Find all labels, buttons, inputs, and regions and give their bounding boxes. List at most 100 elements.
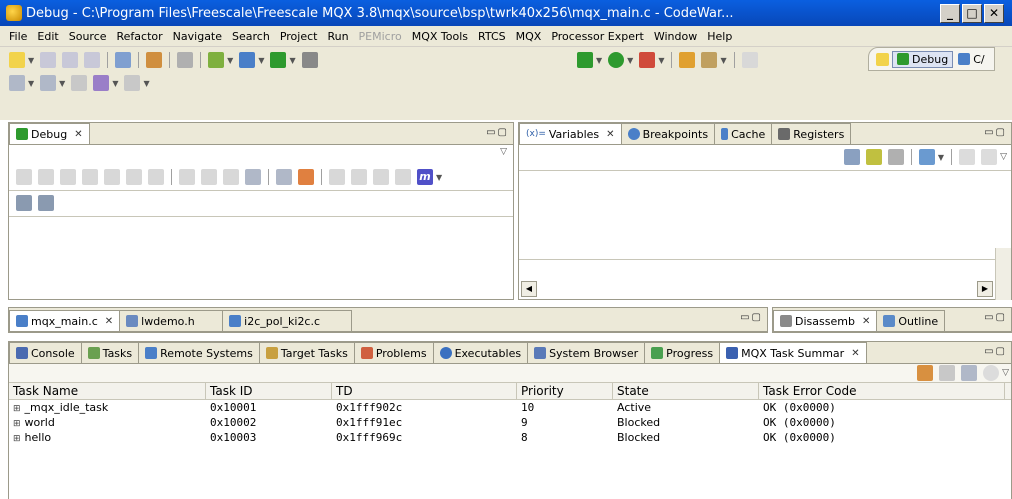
- mqx-config-icon[interactable]: [146, 52, 163, 68]
- menu-search[interactable]: Search: [227, 30, 275, 43]
- use-step-filters-icon[interactable]: [38, 195, 54, 211]
- column-task-error-code[interactable]: Task Error Code: [759, 383, 1005, 399]
- menu-pemicro[interactable]: PEMicro: [354, 30, 407, 43]
- tab-remote-systems[interactable]: Remote Systems: [138, 342, 260, 363]
- cc-perspective-button[interactable]: C/: [953, 51, 989, 68]
- resume-icon[interactable]: [82, 169, 98, 185]
- view-menu-icon[interactable]: ▽: [1000, 152, 1007, 162]
- tab-cache[interactable]: Cache: [714, 123, 773, 144]
- show-logical-structure-icon[interactable]: [865, 149, 882, 165]
- remove-terminated-icon[interactable]: [16, 169, 32, 185]
- tab-registers[interactable]: Registers: [771, 123, 852, 144]
- open-perspective-icon[interactable]: [876, 52, 889, 66]
- minimize-maximize-controls[interactable]: ▭▢: [984, 346, 1007, 357]
- build-icon[interactable]: [115, 52, 132, 68]
- back-arrow-icon[interactable]: [93, 75, 110, 91]
- add-global-variables-icon[interactable]: [918, 149, 935, 165]
- tab-tasks[interactable]: Tasks: [80, 342, 140, 363]
- chevron-down-icon[interactable]: ▼: [289, 56, 295, 65]
- maximize-button[interactable]: □: [962, 3, 982, 23]
- registers-icon[interactable]: [301, 52, 318, 68]
- tab-i2c-pol-ki2c-c[interactable]: i2c_pol_ki2c.c: [222, 310, 353, 331]
- filter-icon[interactable]: [961, 365, 978, 381]
- chevron-down-icon[interactable]: ▼: [720, 56, 726, 65]
- chevron-down-icon[interactable]: ▼: [143, 79, 149, 88]
- chevron-down-icon[interactable]: ▼: [227, 56, 233, 65]
- expand-icon[interactable]: ⊞: [13, 434, 21, 444]
- save-all-icon[interactable]: [62, 52, 79, 68]
- external-tools-icon[interactable]: [639, 52, 656, 68]
- menu-project[interactable]: Project: [275, 30, 323, 43]
- connect-icon[interactable]: [38, 169, 54, 185]
- settings-icon[interactable]: [983, 365, 1000, 381]
- pencil-icon[interactable]: [701, 52, 718, 68]
- drop-to-frame-icon[interactable]: [245, 169, 261, 185]
- menu-navigate[interactable]: Navigate: [168, 30, 227, 43]
- table-row[interactable]: ⊞ _mqx_idle_task 0x10001 0x1fff902c 10 Ac…: [9, 400, 1011, 415]
- minimize-maximize-controls[interactable]: ▭▢: [740, 312, 763, 323]
- next-annotation-icon[interactable]: [9, 75, 25, 91]
- tab-mqx-task-summary[interactable]: MQX Task Summar ✕: [719, 342, 867, 363]
- tab-progress[interactable]: Progress: [644, 342, 721, 363]
- marker-icon[interactable]: [741, 52, 758, 68]
- view-menu-icon[interactable]: ▽: [1002, 368, 1009, 378]
- show-type-names-icon[interactable]: [843, 149, 860, 165]
- restart-icon[interactable]: [60, 169, 76, 185]
- terminate-icon[interactable]: [126, 169, 142, 185]
- tab-system-browser[interactable]: System Browser: [527, 342, 646, 363]
- step-return-icon[interactable]: [223, 169, 239, 185]
- chevron-down-icon[interactable]: ▼: [658, 56, 664, 65]
- run-icon[interactable]: [608, 52, 625, 68]
- minimize-button[interactable]: _: [940, 3, 960, 23]
- export-icon[interactable]: [939, 365, 956, 381]
- remove-all-icon[interactable]: [981, 149, 998, 165]
- chevron-down-icon[interactable]: ▼: [627, 56, 633, 65]
- close-icon[interactable]: ✕: [74, 129, 82, 140]
- scroll-left-button[interactable]: ◀: [521, 281, 537, 297]
- tab-console[interactable]: Console: [9, 342, 82, 363]
- debug-perspective-button[interactable]: Debug: [892, 50, 954, 68]
- column-priority[interactable]: Priority: [517, 383, 613, 399]
- suspend-icon[interactable]: [104, 169, 120, 185]
- chevron-down-icon[interactable]: ▼: [59, 79, 65, 88]
- tab-problems[interactable]: Problems: [353, 342, 434, 363]
- step-filter-icon[interactable]: [16, 195, 32, 211]
- menu-help[interactable]: Help: [702, 30, 737, 43]
- memory-map-icon[interactable]: m: [417, 169, 433, 185]
- close-button[interactable]: ✕: [984, 3, 1004, 23]
- forward-arrow-icon[interactable]: [124, 75, 141, 91]
- close-icon[interactable]: ✕: [851, 348, 859, 359]
- minimize-maximize-controls[interactable]: ▭▢: [984, 127, 1007, 138]
- minimize-maximize-controls[interactable]: ▭▢: [486, 127, 509, 138]
- tab-lwdemo-h[interactable]: lwdemo.h: [119, 310, 224, 331]
- tab-variables[interactable]: (x)= Variables ✕: [519, 123, 622, 144]
- menu-edit[interactable]: Edit: [32, 30, 63, 43]
- tab-mqx-main-c[interactable]: mqx_main.c ✕: [9, 310, 121, 331]
- tab-breakpoints[interactable]: Breakpoints: [620, 123, 716, 144]
- expand-icon[interactable]: ⊞: [13, 419, 21, 429]
- refresh-icon[interactable]: [917, 365, 934, 381]
- menu-file[interactable]: File: [4, 30, 32, 43]
- collapse-all-icon[interactable]: [887, 149, 904, 165]
- chevron-down-icon[interactable]: ▼: [28, 79, 34, 88]
- menu-rtcs[interactable]: RTCS: [473, 30, 511, 43]
- print-icon[interactable]: [84, 52, 101, 68]
- memory-icon[interactable]: [270, 52, 287, 68]
- menu-mqx[interactable]: MQX: [511, 30, 547, 43]
- open-folder-icon[interactable]: [679, 52, 696, 68]
- chevron-down-icon[interactable]: ▼: [436, 173, 442, 182]
- minimize-maximize-controls[interactable]: ▭▢: [984, 312, 1007, 323]
- step-into-icon[interactable]: [179, 169, 195, 185]
- menu-window[interactable]: Window: [649, 30, 702, 43]
- menu-source[interactable]: Source: [64, 30, 112, 43]
- restart-group-icon[interactable]: [395, 169, 411, 185]
- tab-executables[interactable]: Executables: [432, 342, 529, 363]
- column-task-name[interactable]: Task Name: [9, 383, 206, 399]
- chevron-down-icon[interactable]: ▼: [28, 56, 34, 65]
- chevron-down-icon[interactable]: ▼: [938, 153, 944, 162]
- column-task-id[interactable]: Task ID: [206, 383, 332, 399]
- close-icon[interactable]: ✕: [105, 316, 113, 327]
- scroll-right-button[interactable]: ▶: [977, 281, 993, 297]
- menu-processor-expert[interactable]: Processor Expert: [546, 30, 649, 43]
- menu-run[interactable]: Run: [322, 30, 353, 43]
